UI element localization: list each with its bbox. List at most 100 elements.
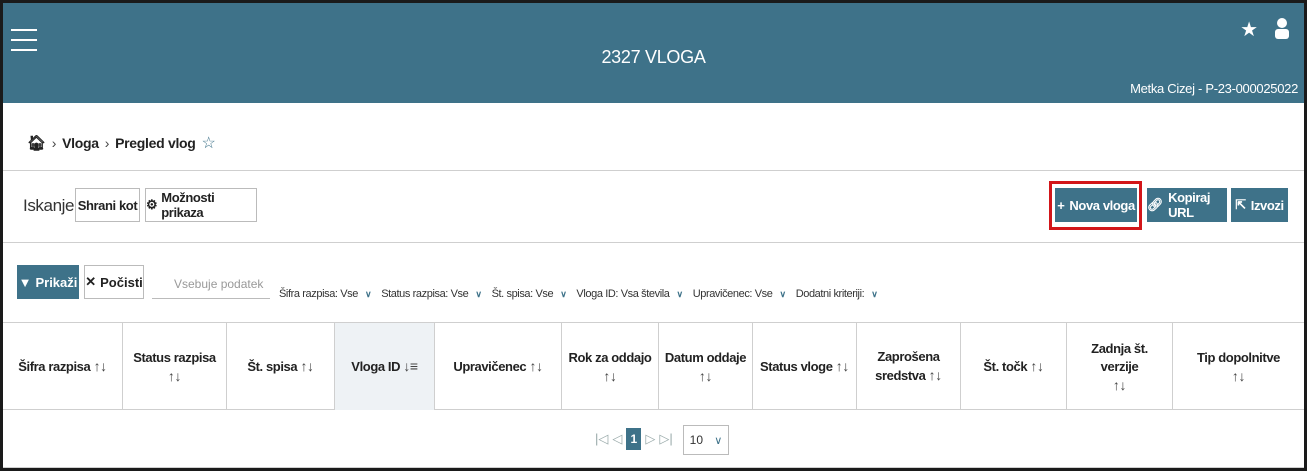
- home-icon[interactable]: 🏠︎: [27, 134, 46, 152]
- table-header: Šifra razpisa ↑↓ Status razpisa ↑↓ Št. sp…: [3, 323, 1304, 410]
- sort-icon: ↑↓: [1231, 367, 1246, 384]
- column-label: Datum oddaje: [664, 349, 747, 365]
- column-header-status-razpisa[interactable]: Status razpisa ↑↓: [123, 323, 227, 410]
- copy-url-button[interactable]: 🔗︎ Kopiraj URL: [1147, 188, 1227, 222]
- new-application-label: Nova vloga: [1069, 197, 1135, 213]
- top-bar: 2327 VLOGA ★ Metka Cizej - P-23-00002502…: [3, 3, 1304, 103]
- page-size-select[interactable]: 10 ∨: [683, 425, 729, 455]
- sort-icon: ↑↓: [93, 358, 108, 374]
- user-icon[interactable]: [1274, 17, 1290, 45]
- show-button[interactable]: ▼ Prikaži: [17, 265, 79, 299]
- column-label: Zadnja št. verzije: [1091, 340, 1148, 374]
- filter-label: Upravičenec: Vse: [692, 288, 773, 300]
- pagination: |◁ ◁ 1 ▷ ▷| 10 ∨: [3, 410, 1304, 468]
- export-button[interactable]: ⇱ Izvozi: [1231, 188, 1288, 222]
- app-window: 2327 VLOGA ★ Metka Cizej - P-23-00002502…: [0, 0, 1307, 471]
- star-icon[interactable]: ★: [1240, 17, 1258, 45]
- top-icons: ★: [1240, 17, 1290, 45]
- search-label: Iskanje: [23, 196, 75, 215]
- chevron-down-icon: ∨: [871, 288, 878, 299]
- filter-upravicenec[interactable]: Upravičenec: Vse ∨: [693, 288, 786, 300]
- next-page-icon[interactable]: ▷: [645, 431, 655, 447]
- clear-button[interactable]: ✕ Počisti: [84, 265, 144, 299]
- export-label: Izvozi: [1250, 197, 1284, 213]
- filter-label: Št. spisa: Vse: [491, 288, 554, 300]
- column-header-st-tock[interactable]: Št. točk ↑↓: [961, 323, 1067, 410]
- close-icon: ✕: [85, 274, 97, 289]
- filter-label: Dodatni kriteriji:: [795, 288, 865, 300]
- column-header-st-spisa[interactable]: Št. spisa ↑↓: [227, 323, 335, 410]
- filter-sifra-razpisa[interactable]: Šifra razpisa: Vse ∨: [279, 288, 372, 300]
- filter-label: Šifra razpisa: Vse: [279, 288, 359, 300]
- sort-icon: ↑↓: [167, 367, 182, 384]
- column-header-zadnja-st-verzije[interactable]: Zadnja št. verzije ↑↓: [1067, 323, 1173, 410]
- previous-page-icon[interactable]: ◁: [612, 431, 622, 447]
- filter-criteria: Šifra razpisa: Vse ∨ Status razpisa: Vse ∨…: [279, 288, 878, 300]
- filter-status-razpisa[interactable]: Status razpisa: Vse ∨: [381, 288, 482, 300]
- sort-icon: ↑↓: [529, 358, 543, 374]
- chevron-down-icon: ∨: [365, 288, 372, 299]
- sort-icon: ↑↓: [300, 358, 314, 374]
- filter-label: Status razpisa: Vse: [381, 288, 469, 300]
- filter-bar: ▼ Prikaži ✕ Počisti Šifra razpisa: Vse ∨ …: [3, 243, 1304, 323]
- app-title: 2327 VLOGA: [601, 47, 706, 67]
- show-label: Prikaži: [35, 274, 78, 290]
- column-header-status-vloge[interactable]: Status vloge ↑↓: [753, 323, 857, 410]
- breadcrumb-bar: 🏠︎ › Vloga › Pregled vlog ☆: [3, 103, 1304, 171]
- breadcrumb: 🏠︎ › Vloga › Pregled vlog ☆: [27, 133, 216, 153]
- search-input[interactable]: [152, 269, 270, 299]
- column-label: Vloga ID: [351, 359, 401, 374]
- column-header-rok-za-oddajo[interactable]: Rok za oddajo ↑↓: [562, 323, 659, 410]
- chevron-down-icon: ∨: [676, 288, 684, 299]
- last-page-icon[interactable]: ▷|: [659, 431, 672, 447]
- column-label: Rok za oddajo: [568, 349, 652, 365]
- column-label: Št. točk: [983, 359, 1028, 374]
- pagination-controls: |◁ ◁ 1 ▷ ▷|: [595, 428, 673, 450]
- sort-icon: ↑↓: [835, 358, 850, 374]
- column-header-zaprosena-sredstva[interactable]: Zaprošena sredstva ↑↓: [857, 323, 961, 410]
- column-label: Št. spisa: [247, 359, 298, 374]
- first-page-icon[interactable]: |◁: [595, 431, 608, 447]
- toolbar: Iskanje Shrani kot ⚙ Možnosti prikaza + …: [3, 171, 1304, 243]
- display-options-button[interactable]: ⚙ Možnosti prikaza: [145, 188, 257, 222]
- favorite-star-icon[interactable]: ☆: [202, 133, 216, 153]
- filter-icon: ▼: [18, 274, 32, 290]
- filter-vloga-id[interactable]: Vloga ID: Vsa števila ∨: [576, 288, 684, 300]
- clear-label: Počisti: [100, 274, 143, 290]
- sort-icon: ↑↓: [603, 367, 617, 384]
- gears-icon: ⚙: [146, 197, 158, 212]
- sort-icon: ↑↓: [698, 367, 713, 384]
- save-as-label: Shrani kot: [77, 197, 138, 213]
- plus-icon: +: [1057, 197, 1065, 213]
- column-header-upravicenec[interactable]: Upravičenec ↑↓: [435, 323, 562, 410]
- breadcrumb-item-vloga[interactable]: Vloga: [62, 135, 99, 151]
- save-as-button[interactable]: Shrani kot: [75, 188, 140, 222]
- new-application-button[interactable]: + Nova vloga: [1055, 188, 1137, 222]
- column-header-tip-dopolnitve[interactable]: Tip dopolnitve ↑↓: [1173, 323, 1304, 410]
- sort-descending-icon: ↓≡: [403, 358, 418, 374]
- breadcrumb-item-pregled-vlog: Pregled vlog: [115, 135, 196, 151]
- sort-icon: ↑↓: [1030, 358, 1044, 374]
- chevron-down-icon: ∨: [779, 288, 787, 299]
- user-info[interactable]: Metka Cizej - P-23-000025022: [1130, 81, 1298, 96]
- current-page-button[interactable]: 1: [626, 428, 642, 450]
- breadcrumb-separator-icon: ›: [104, 135, 110, 151]
- breadcrumb-separator-icon: ›: [51, 135, 57, 151]
- chevron-down-icon: ∨: [475, 288, 482, 299]
- filter-st-spisa[interactable]: Št. spisa: Vse ∨: [492, 288, 567, 300]
- column-header-vloga-id[interactable]: Vloga ID ↓≡: [335, 323, 435, 410]
- column-label: Šifra razpisa: [18, 359, 91, 374]
- column-header-datum-oddaje[interactable]: Datum oddaje ↑↓: [659, 323, 753, 410]
- display-options-label: Možnosti prikaza: [161, 190, 215, 220]
- export-icon: ⇱: [1235, 197, 1246, 212]
- column-label: Tip dopolnitve: [1197, 349, 1280, 365]
- chevron-down-icon: ∨: [714, 434, 723, 447]
- filter-dodatni-kriteriji[interactable]: Dodatni kriteriji: ∨: [796, 288, 878, 300]
- sort-icon: ↑↓: [928, 367, 943, 383]
- filter-label: Vloga ID: Vsa števila: [576, 288, 670, 300]
- column-header-sifra-razpisa[interactable]: Šifra razpisa ↑↓: [3, 323, 123, 410]
- page-size-value: 10: [689, 433, 703, 447]
- column-label: Status vloge: [760, 359, 833, 374]
- sort-icon: ↑↓: [1112, 376, 1127, 393]
- chevron-down-icon: ∨: [560, 288, 567, 299]
